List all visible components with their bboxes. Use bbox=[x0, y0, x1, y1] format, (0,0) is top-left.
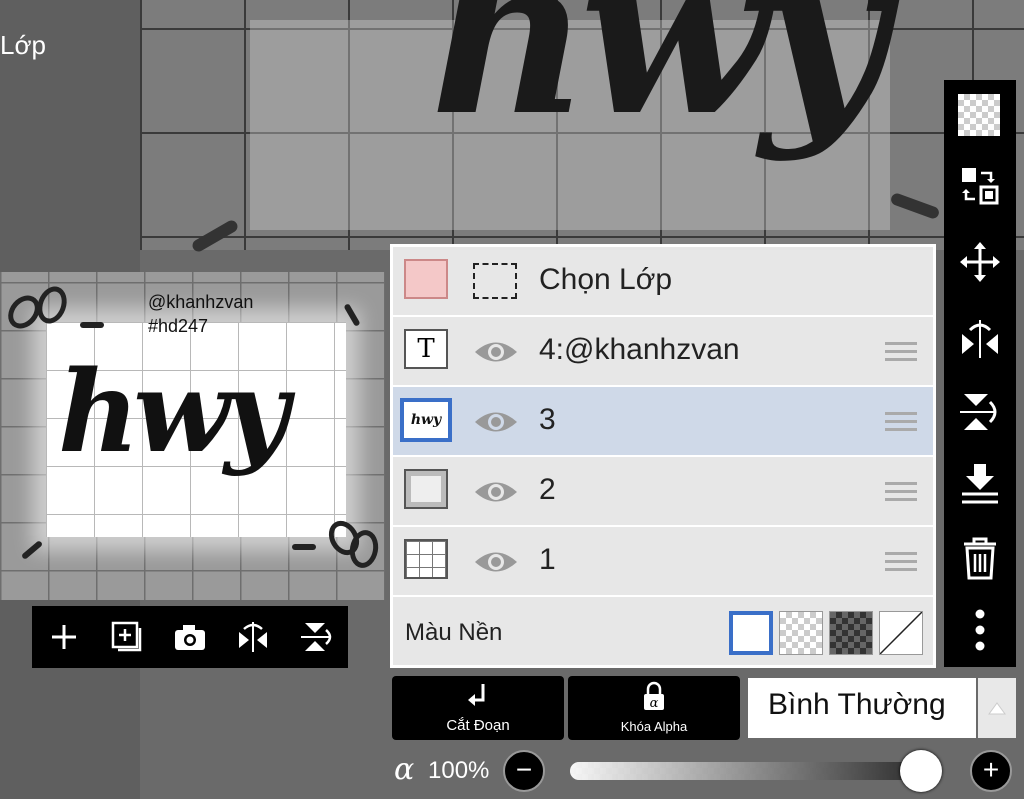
layer-row[interactable]: hwy 3 bbox=[393, 387, 933, 457]
canvas-artwork: hwy bbox=[430, 0, 887, 164]
bg-none-swatch[interactable] bbox=[879, 611, 923, 655]
bg-white-swatch[interactable] bbox=[729, 611, 773, 655]
watermark-tag: #hd247 bbox=[148, 316, 209, 336]
layer-name: 1 bbox=[539, 543, 556, 576]
clipping-label: Cắt Đoạn bbox=[446, 717, 510, 734]
layer-row[interactable]: 1 bbox=[393, 527, 933, 597]
more-icon[interactable] bbox=[958, 608, 1002, 652]
flip-vertical-icon[interactable] bbox=[958, 390, 1002, 434]
layer-preview[interactable]: @khanhzvan #hd247 hwy bbox=[0, 272, 385, 600]
drag-handle-icon[interactable] bbox=[885, 342, 917, 366]
layer-row[interactable]: 2 bbox=[393, 457, 933, 527]
canvas-decoration bbox=[190, 218, 240, 254]
background-canvas: hwy bbox=[140, 0, 1024, 254]
selection-thumb bbox=[404, 259, 448, 299]
alpha-lock-label: Khóa Alpha bbox=[620, 719, 688, 734]
add-frame-icon[interactable] bbox=[109, 619, 145, 655]
move-icon[interactable] bbox=[958, 240, 1002, 284]
background-color-row: Màu Nền bbox=[393, 599, 933, 665]
alpha-lock-button[interactable]: α Khóa Alpha bbox=[568, 676, 740, 740]
visibility-eye-icon[interactable] bbox=[473, 339, 519, 370]
visibility-eye-icon[interactable] bbox=[473, 409, 519, 440]
opacity-value: 100% bbox=[428, 757, 490, 784]
add-layer-icon[interactable] bbox=[46, 619, 82, 655]
clipping-button[interactable]: Cắt Đoạn bbox=[392, 676, 564, 740]
opacity-decrease-button[interactable]: − bbox=[503, 750, 545, 792]
canvas-decoration bbox=[889, 191, 941, 221]
flip-horizontal-icon[interactable] bbox=[235, 619, 271, 655]
clip-arrow-icon bbox=[468, 684, 485, 706]
camera-icon[interactable] bbox=[172, 619, 208, 655]
bg-transparent-swatch[interactable] bbox=[779, 611, 823, 655]
flip-vertical-icon[interactable] bbox=[298, 619, 334, 655]
layer-thumbnail: T bbox=[404, 329, 448, 369]
right-toolbar bbox=[944, 80, 1016, 667]
decoration-tick bbox=[80, 322, 104, 328]
opacity-symbol: α bbox=[394, 752, 415, 787]
trash-icon[interactable] bbox=[958, 536, 1002, 580]
watermark-handle: @khanhzvan bbox=[148, 292, 254, 312]
decoration-tick bbox=[292, 544, 316, 550]
opacity-increase-button[interactable]: + bbox=[970, 750, 1012, 792]
blend-mode-arrow-icon[interactable] bbox=[978, 678, 1016, 738]
preview-toolbar bbox=[32, 606, 348, 668]
layer-thumbnail bbox=[404, 539, 448, 579]
checker-icon[interactable] bbox=[958, 94, 1000, 136]
preview-artwork: hwy bbox=[58, 347, 289, 478]
select-layer-label: Chọn Lớp bbox=[539, 263, 673, 296]
layer-name: 3 bbox=[539, 403, 556, 436]
layer-name: 4:@khanhzvan bbox=[539, 333, 740, 366]
merge-down-icon[interactable] bbox=[958, 462, 1002, 506]
opacity-slider-knob[interactable] bbox=[900, 750, 942, 792]
layer-name: 2 bbox=[539, 473, 556, 506]
layer-row[interactable]: T 4:@khanhzvan bbox=[393, 317, 933, 387]
visibility-eye-icon[interactable] bbox=[473, 549, 519, 580]
select-layer-row[interactable]: Chọn Lớp bbox=[393, 247, 933, 317]
drag-handle-icon[interactable] bbox=[885, 482, 917, 506]
visibility-eye-icon[interactable] bbox=[473, 479, 519, 510]
svg-text:α: α bbox=[650, 696, 659, 711]
bg-dark-transparent-swatch[interactable] bbox=[829, 611, 873, 655]
swap-layer-icon[interactable] bbox=[958, 164, 1002, 208]
drag-handle-icon[interactable] bbox=[885, 412, 917, 436]
drag-handle-icon[interactable] bbox=[885, 552, 917, 576]
background-color-label: Màu Nền bbox=[405, 619, 503, 646]
flip-horizontal-icon[interactable] bbox=[958, 316, 1002, 360]
page-title: Lớp bbox=[0, 30, 46, 60]
layers-panel: Chọn Lớp T 4:@khanhzvan hwy 3 2 1 Màu Nề… bbox=[390, 244, 936, 668]
blend-mode-select[interactable]: Bình Thường bbox=[748, 678, 976, 738]
layer-thumbnail bbox=[404, 469, 448, 509]
layer-thumbnail: hwy bbox=[400, 398, 452, 442]
selection-marquee-icon bbox=[473, 263, 517, 299]
lock-icon: α bbox=[644, 681, 664, 711]
opacity-slider[interactable] bbox=[570, 762, 940, 780]
